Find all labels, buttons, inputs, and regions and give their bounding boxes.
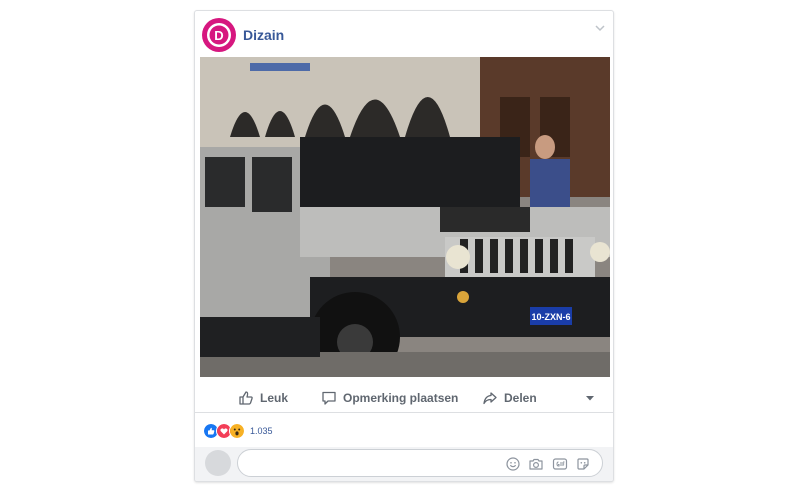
post-photo[interactable]: 10-ZXN-6 [200,57,610,377]
post-header: D Dizain [195,11,613,57]
svg-text:D: D [214,28,223,43]
svg-text:10-ZXN-6: 10-ZXN-6 [531,312,570,322]
comment-input[interactable] [237,449,603,477]
reaction-count: 1.035 [250,426,273,436]
comment-composer [195,447,613,481]
emoji-icon[interactable] [506,457,520,471]
comment-icon [322,391,336,405]
share-arrow-icon [483,392,497,405]
avatar [205,450,231,476]
gif-icon[interactable] [552,457,568,471]
page-logo[interactable]: D [201,17,237,53]
comment-attachments [506,457,590,471]
reactions-summary[interactable]: 1.035 [203,423,273,439]
chevron-down-icon[interactable] [593,21,607,35]
comment-label: Opmerking plaatsen [343,391,459,405]
page-name-link[interactable]: Dizain [243,27,284,43]
like-label: Leuk [260,391,289,405]
action-bar: Leuk Opmerking plaatsen Delen [195,383,613,413]
share-options-dropdown[interactable] [585,383,601,413]
comment-button[interactable]: Opmerking plaatsen [321,383,458,413]
sticker-icon[interactable] [576,457,590,471]
share-button[interactable]: Delen [482,383,537,413]
caret-down-icon [586,396,594,401]
like-button[interactable]: Leuk [238,383,288,413]
post-card: D Dizain 10-ZXN-6 Leuk Opmerking plaatse… [194,10,614,482]
camera-icon[interactable] [528,457,544,471]
thumbs-up-icon [239,391,253,405]
wow-icon [229,423,245,439]
share-label: Delen [504,391,537,405]
